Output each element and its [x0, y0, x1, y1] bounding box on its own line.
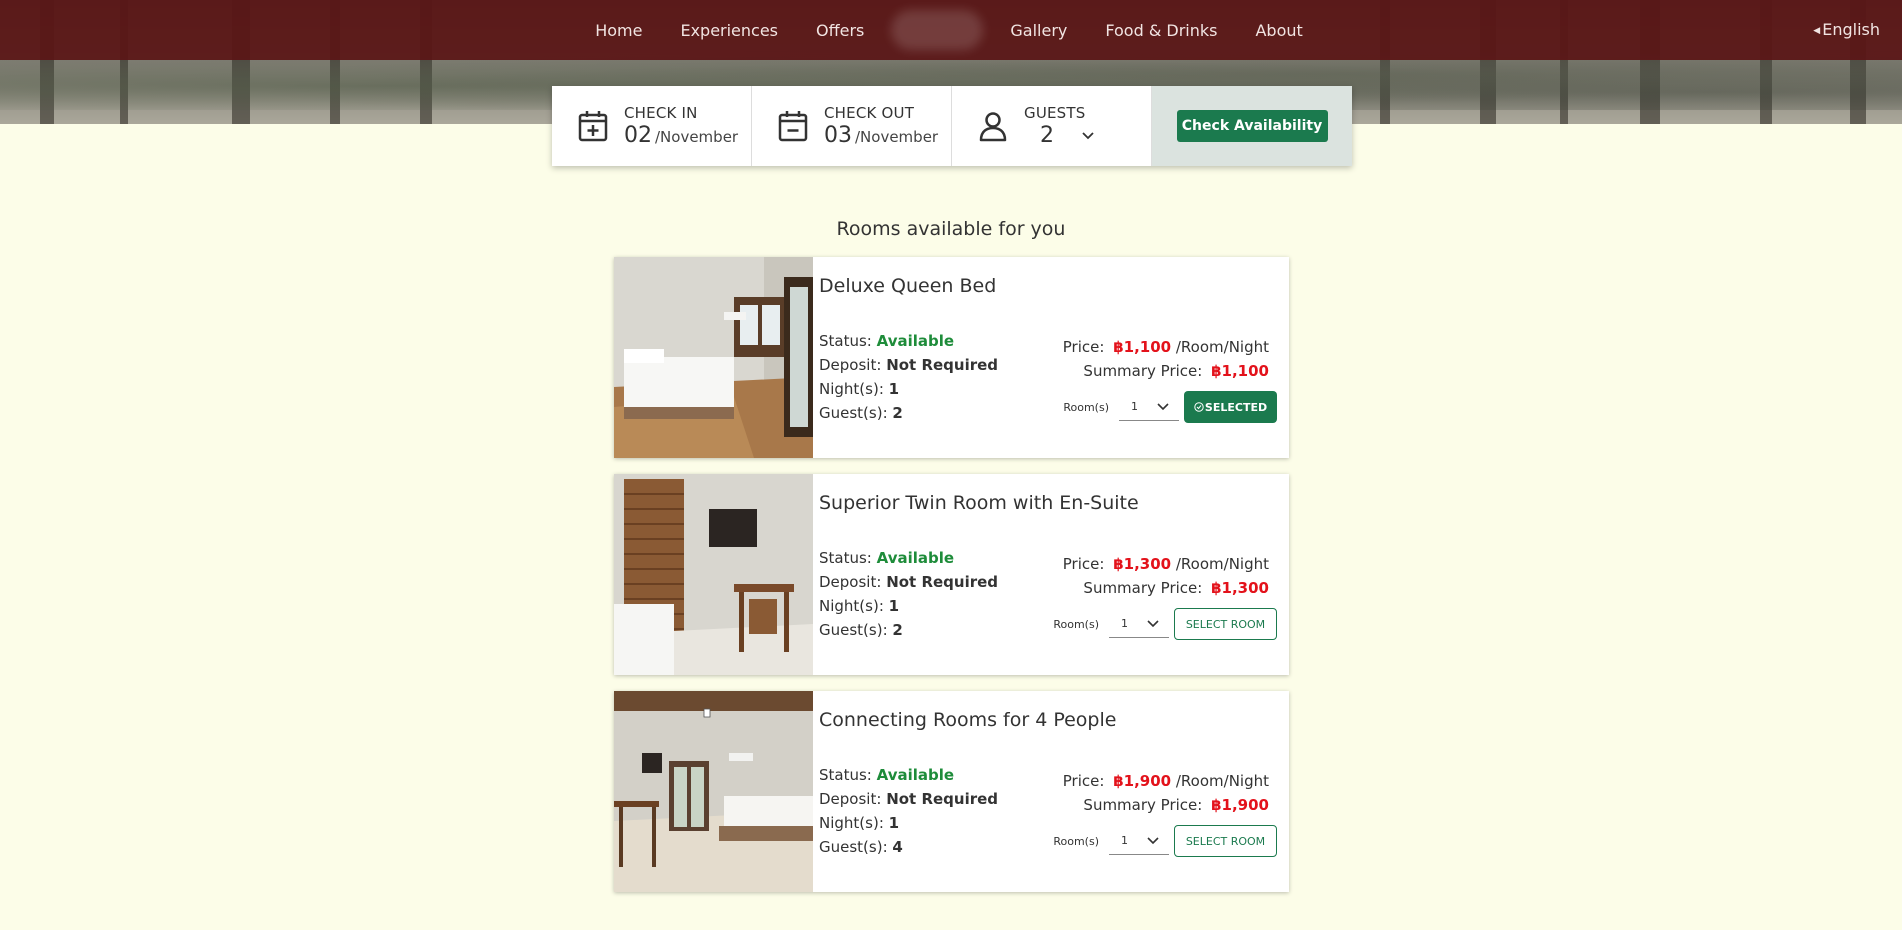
rooms-qty-label: Room(s)	[1063, 400, 1109, 414]
summary-price-value: ฿1,100	[1211, 362, 1269, 380]
guests-value: 4	[892, 838, 903, 856]
room-photo	[614, 257, 813, 458]
room-info: Status: Available Deposit: Not Required …	[819, 766, 999, 856]
caret-left-icon: ◀	[1813, 26, 1821, 36]
top-nav: Home Experiences Offers Gallery Food & D…	[0, 0, 1902, 60]
guests-value: 2	[892, 404, 903, 422]
status-value: Available	[876, 766, 955, 784]
price-value: ฿1,300	[1113, 555, 1172, 573]
check-out-field[interactable]: CHECK OUT 03/November	[752, 86, 952, 166]
room-price: Price: ฿1,900 /Room/Night Summary Price:…	[1062, 772, 1269, 814]
language-selector[interactable]: ◀ English	[1813, 20, 1880, 39]
section-title: Rooms available for you	[836, 218, 1066, 240]
rooms-qty-label: Room(s)	[1053, 834, 1099, 848]
nav-gallery[interactable]: Gallery	[991, 21, 1086, 40]
guests-value: 2	[892, 621, 903, 639]
room-actions: Room(s) 1 SELECTED	[1063, 391, 1277, 423]
room-info: Status: Available Deposit: Not Required …	[819, 549, 999, 639]
calendar-minus-icon	[778, 111, 808, 142]
summary-price-value: ฿1,900	[1211, 796, 1269, 814]
check-availability-area: Check Availability	[1152, 86, 1352, 166]
nights-value: 1	[888, 380, 900, 398]
summary-price-value: ฿1,300	[1211, 579, 1269, 597]
deposit-value: Not Required	[886, 573, 999, 591]
rooms-qty-label: Room(s)	[1053, 617, 1099, 631]
check-in-field[interactable]: CHECK IN 02/November	[552, 86, 752, 166]
guests-value: 2	[1024, 123, 1094, 148]
rooms-qty-select[interactable]: 1	[1109, 610, 1169, 638]
nav-experiences[interactable]: Experiences	[661, 21, 797, 40]
check-out-label: CHECK OUT	[824, 104, 915, 122]
room-card: Deluxe Queen Bed Status: Available Depos…	[614, 257, 1289, 458]
rooms-qty-select[interactable]: 1	[1109, 827, 1169, 855]
nights-value: 1	[888, 597, 900, 615]
select-room-button[interactable]: SELECT ROOM	[1174, 825, 1277, 857]
chevron-down-icon	[1157, 402, 1169, 410]
check-in-label: CHECK IN	[624, 104, 698, 122]
room-name: Superior Twin Room with En-Suite	[819, 492, 1139, 514]
room-name: Connecting Rooms for 4 People	[819, 709, 1117, 731]
deposit-value: Not Required	[886, 356, 999, 374]
chevron-down-icon	[1147, 836, 1159, 844]
check-in-value: 02/November	[624, 123, 739, 148]
room-card: Superior Twin Room with En-Suite Status:…	[614, 474, 1289, 675]
room-card: Connecting Rooms for 4 People Status: Av…	[614, 691, 1289, 892]
select-room-button[interactable]: SELECT ROOM	[1174, 608, 1277, 640]
calendar-plus-icon	[578, 111, 608, 142]
deposit-value: Not Required	[886, 790, 999, 808]
check-availability-button[interactable]: Check Availability	[1176, 110, 1328, 142]
check-out-value: 03/November	[824, 123, 939, 148]
guests-label: GUESTS	[1024, 104, 1086, 122]
guests-field[interactable]: GUESTS 2	[952, 86, 1152, 166]
language-label: English	[1822, 20, 1880, 39]
nav-logo-blurred[interactable]	[891, 10, 984, 50]
room-actions: Room(s) 1 SELECT ROOM	[1053, 608, 1277, 640]
person-icon	[979, 112, 1007, 142]
room-name: Deluxe Queen Bed	[819, 275, 997, 297]
nights-value: 1	[888, 814, 900, 832]
room-actions: Room(s) 1 SELECT ROOM	[1053, 825, 1277, 857]
nav-home[interactable]: Home	[576, 21, 661, 40]
room-price: Price: ฿1,100 /Room/Night Summary Price:…	[1062, 338, 1269, 380]
status-value: Available	[876, 549, 955, 567]
room-info: Status: Available Deposit: Not Required …	[819, 332, 999, 422]
price-value: ฿1,100	[1113, 338, 1172, 356]
rooms-qty-select[interactable]: 1	[1119, 393, 1179, 421]
nav-offers[interactable]: Offers	[797, 21, 883, 40]
chevron-down-icon	[1147, 619, 1159, 627]
chevron-down-icon	[1082, 131, 1094, 139]
room-photo	[614, 474, 813, 675]
room-price: Price: ฿1,300 /Room/Night Summary Price:…	[1062, 555, 1269, 597]
nav-about[interactable]: About	[1236, 21, 1321, 40]
check-circle-icon	[1194, 402, 1204, 412]
selected-button[interactable]: SELECTED	[1184, 391, 1277, 423]
status-value: Available	[876, 332, 955, 350]
booking-bar: CHECK IN 02/November CHECK OUT 03/Novemb…	[552, 86, 1352, 166]
room-photo	[614, 691, 813, 892]
price-value: ฿1,900	[1113, 772, 1172, 790]
nav-food-drinks[interactable]: Food & Drinks	[1086, 21, 1236, 40]
